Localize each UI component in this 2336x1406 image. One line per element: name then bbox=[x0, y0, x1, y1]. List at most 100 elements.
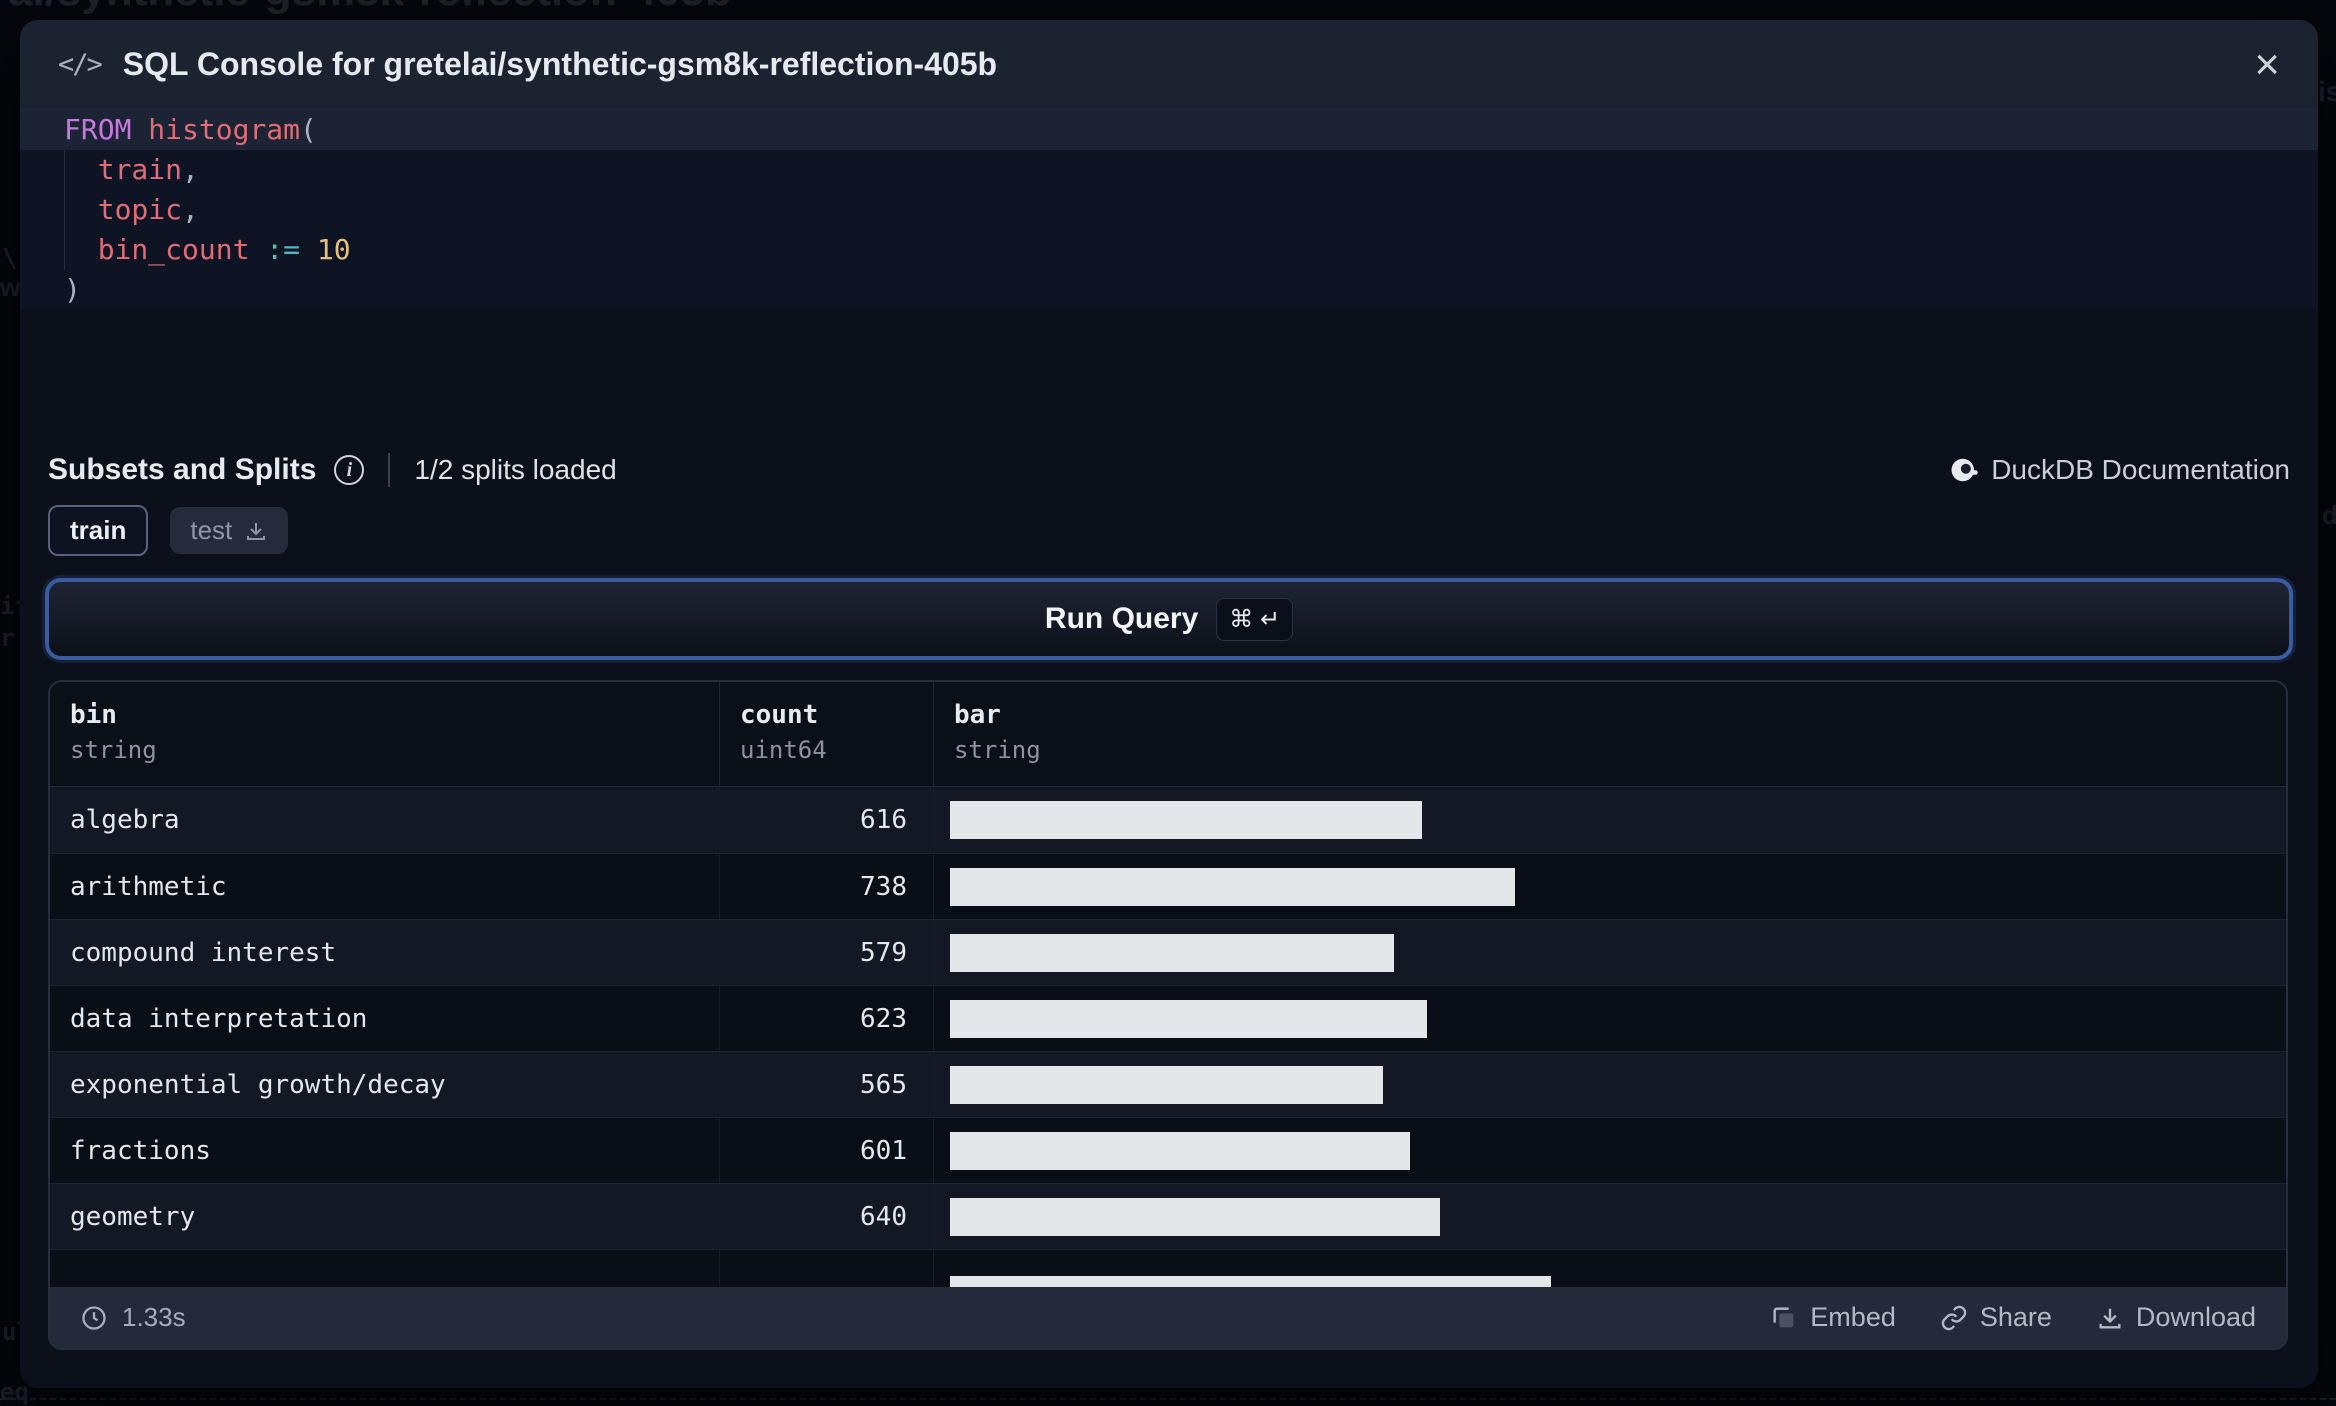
code-token: 10 bbox=[316, 233, 351, 266]
code-line: FROM histogram( bbox=[20, 110, 2318, 150]
download-button[interactable]: Download bbox=[2096, 1302, 2256, 1333]
column-header-bin: bin string bbox=[50, 682, 720, 787]
bin-cell: data interpretation bbox=[50, 986, 720, 1052]
bar-cell bbox=[934, 920, 2286, 985]
bin-cell: geometry bbox=[50, 1184, 720, 1250]
table-row-partial bbox=[50, 1249, 2286, 1288]
results-table: bin string count uint64 bar string algebra… bbox=[48, 680, 2288, 1350]
histogram-bar bbox=[950, 867, 1515, 906]
keyboard-shortcut-badge: ⌘ ↵ bbox=[1216, 597, 1294, 641]
run-query-button[interactable]: Run Query ⌘ ↵ bbox=[45, 578, 2293, 660]
column-header-count: count uint64 bbox=[720, 682, 934, 787]
duckdb-docs-link[interactable]: DuckDB Documentation bbox=[1949, 454, 2290, 486]
clock-icon bbox=[82, 1306, 106, 1330]
background-text-fragment: is bbox=[2318, 76, 2336, 107]
count-cell: 565 bbox=[720, 1052, 934, 1118]
bar-cell bbox=[934, 854, 2286, 919]
histogram-bar bbox=[950, 933, 1394, 972]
bar-cell bbox=[934, 1184, 2286, 1249]
code-token: , bbox=[182, 153, 199, 186]
column-type: string bbox=[954, 736, 1041, 764]
background-text-fragment: \ bbox=[2, 244, 18, 274]
bin-cell: arithmetic bbox=[50, 854, 720, 920]
title-bar: </> SQL Console for gretelai/synthetic-g… bbox=[20, 20, 2318, 110]
count-cell: 623 bbox=[720, 986, 934, 1052]
column-name: bar bbox=[954, 700, 1001, 730]
table-row: exponential growth/decay 565 bbox=[50, 1051, 2286, 1118]
embed-icon bbox=[1773, 1307, 1794, 1328]
histogram-bar bbox=[950, 801, 1422, 840]
count-cell: 616 bbox=[720, 787, 934, 854]
tab-label: train bbox=[70, 515, 127, 545]
section-title: Subsets and Splits bbox=[48, 453, 317, 486]
code-token: histogram bbox=[148, 113, 301, 146]
bin-cell: compound interest bbox=[50, 920, 720, 986]
histogram-bar bbox=[950, 1276, 1551, 1288]
background-text-fragment: w bbox=[0, 272, 21, 302]
embed-label: Embed bbox=[1810, 1302, 1896, 1333]
bin-cell: algebra bbox=[50, 787, 720, 854]
histogram-bar bbox=[950, 999, 1427, 1038]
table-row: geometry 640 bbox=[50, 1183, 2286, 1250]
table-row: fractions 601 bbox=[50, 1117, 2286, 1184]
table-header: bin string count uint64 bar string bbox=[50, 682, 2286, 788]
column-name: count bbox=[740, 700, 819, 730]
code-line: topic, bbox=[20, 190, 2318, 230]
tab-test[interactable]: test bbox=[170, 507, 289, 554]
code-token: := bbox=[266, 233, 301, 266]
code-token: bin_count bbox=[97, 233, 250, 266]
code-token: topic bbox=[97, 193, 183, 226]
duckdb-docs-label: DuckDB Documentation bbox=[1991, 454, 2290, 485]
table-body: algebra 616 arithmetic 738 compound inte bbox=[50, 787, 2286, 1288]
share-label: Share bbox=[1979, 1302, 2052, 1333]
table-row: data interpretation 623 bbox=[50, 985, 2286, 1052]
sql-editor[interactable]: FROM histogram( train, topic, bin_count … bbox=[20, 110, 2318, 310]
table-row: arithmetic 738 bbox=[50, 853, 2286, 920]
download-icon bbox=[2099, 1308, 2121, 1329]
background-text-fragment: r bbox=[0, 624, 15, 652]
histogram-bar bbox=[950, 1197, 1440, 1236]
duckdb-icon bbox=[1951, 458, 1978, 482]
bin-cell: exponential growth/decay bbox=[50, 1052, 720, 1118]
histogram-bar bbox=[950, 1065, 1383, 1104]
download-label: Download bbox=[2135, 1302, 2256, 1333]
bin-cell bbox=[50, 1250, 720, 1288]
code-token: ( bbox=[300, 113, 317, 146]
tab-train[interactable]: train bbox=[48, 505, 149, 556]
tab-label: test bbox=[190, 515, 233, 545]
column-header-bar: bar string bbox=[934, 682, 2286, 786]
background-divider bbox=[0, 1398, 2336, 1400]
count-cell: 738 bbox=[720, 854, 934, 920]
bar-cell bbox=[934, 986, 2286, 1051]
code-token: , bbox=[182, 193, 199, 226]
page-title: SQL Console for gretelai/synthetic-gsm8k… bbox=[122, 46, 998, 82]
download-icon bbox=[247, 522, 266, 540]
count-cell bbox=[720, 1250, 934, 1288]
split-tabs: train test bbox=[48, 505, 2290, 556]
code-token: FROM bbox=[64, 113, 132, 146]
run-query-label: Run Query bbox=[1044, 602, 1199, 635]
bar-cell bbox=[934, 1052, 2286, 1117]
footer-actions: Embed Share Download bbox=[1770, 1302, 2256, 1333]
embed-button[interactable]: Embed bbox=[1770, 1302, 1896, 1333]
histogram-bar bbox=[950, 1131, 1410, 1170]
column-type: uint64 bbox=[740, 736, 827, 764]
code-token: ) bbox=[64, 273, 81, 306]
count-cell: 640 bbox=[720, 1184, 934, 1250]
code-token: train bbox=[97, 153, 183, 186]
code-line: train, bbox=[20, 150, 2318, 190]
code-icon: </> bbox=[58, 49, 103, 80]
bar-cell bbox=[934, 1250, 2286, 1288]
share-button[interactable]: Share bbox=[1940, 1302, 2052, 1333]
info-icon[interactable]: i bbox=[334, 455, 365, 485]
results-footer: 1.33s Embed Share Download bbox=[50, 1287, 2286, 1348]
splits-status: 1/2 splits loaded bbox=[414, 454, 617, 485]
bar-cell bbox=[934, 1118, 2286, 1183]
close-button[interactable]: × bbox=[2254, 42, 2280, 87]
